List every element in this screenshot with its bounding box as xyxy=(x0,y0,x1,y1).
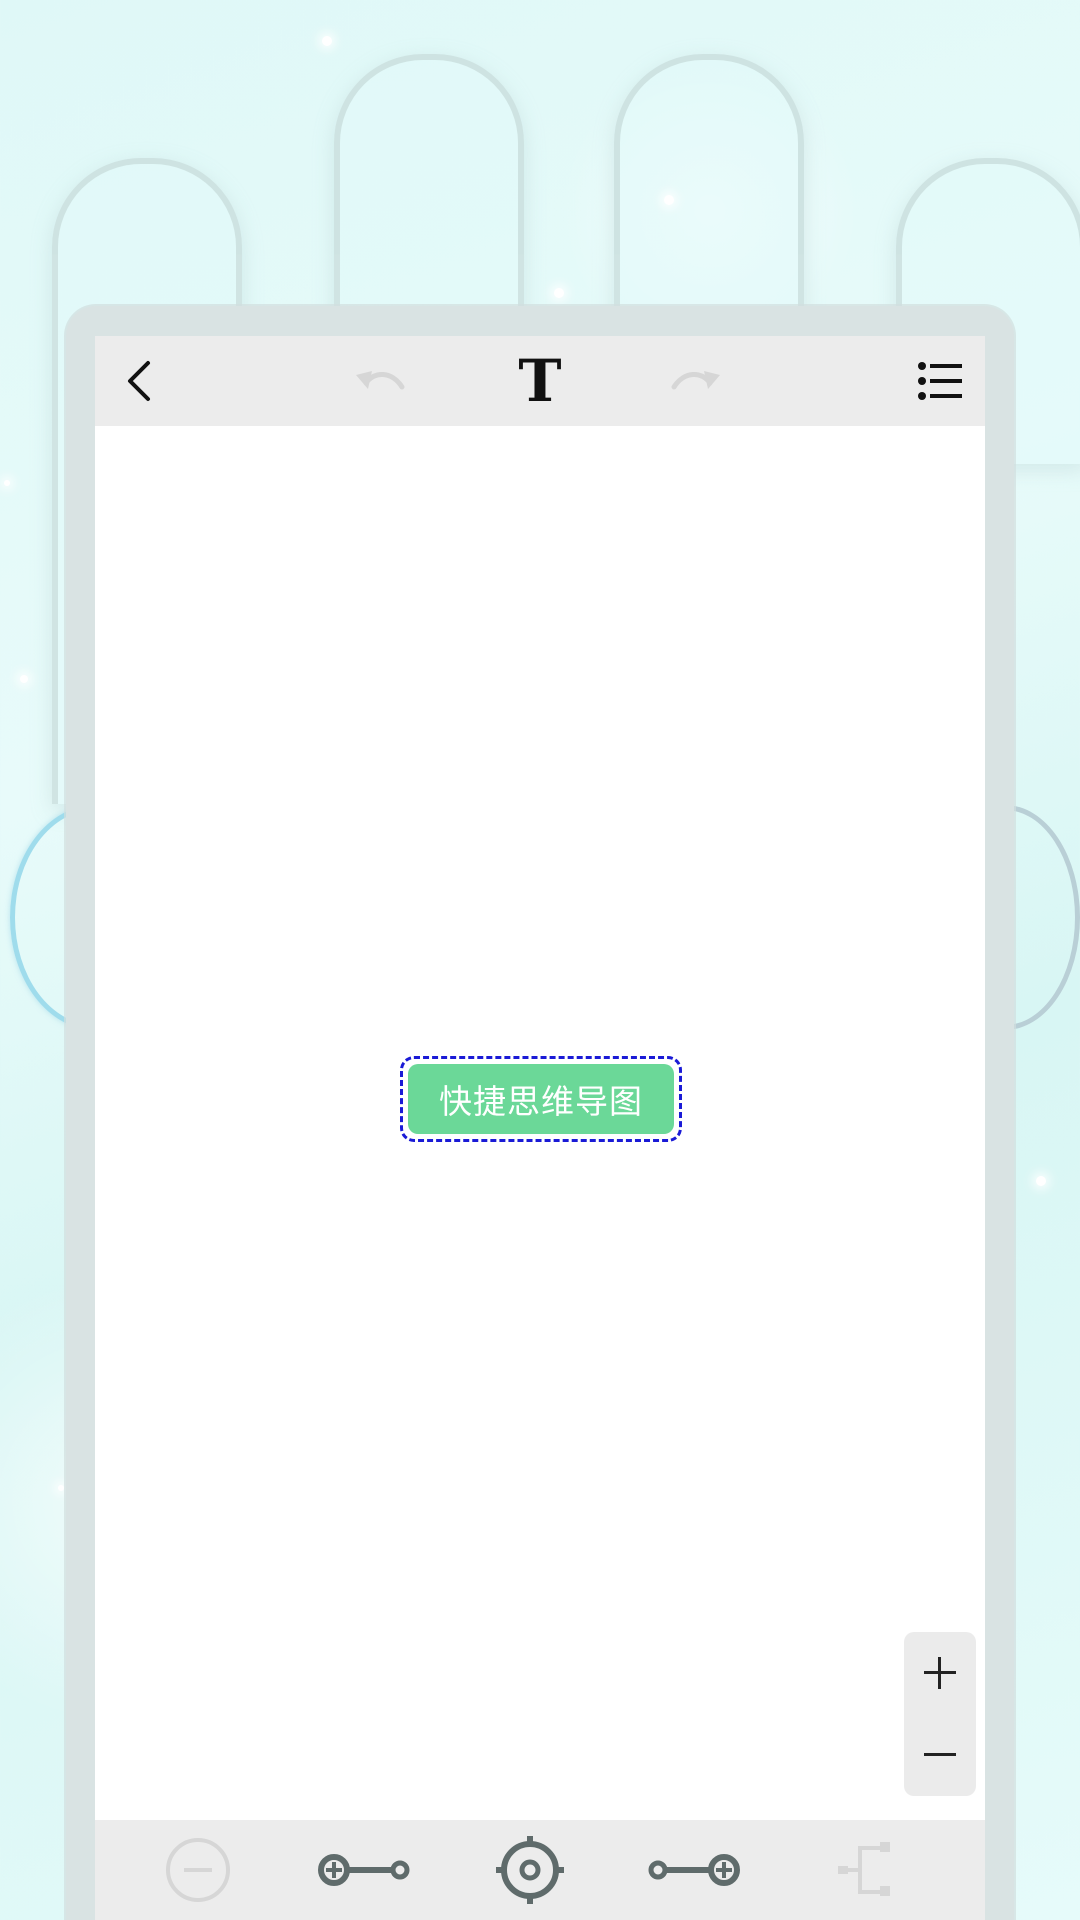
layout-structure-icon xyxy=(838,1842,890,1896)
root-node-label: 快捷思维导图 xyxy=(408,1064,674,1134)
chevron-left-icon xyxy=(128,361,150,401)
redo-button[interactable] xyxy=(651,336,741,426)
plus-icon xyxy=(924,1657,956,1689)
outline-list-button[interactable] xyxy=(895,336,985,426)
locate-center-button[interactable] xyxy=(470,1820,590,1920)
remove-node-button[interactable] xyxy=(138,1820,258,1920)
zoom-controls xyxy=(904,1632,976,1796)
zoom-out-button[interactable] xyxy=(904,1714,976,1796)
locate-center-icon xyxy=(496,1836,564,1904)
text-style-button[interactable]: T xyxy=(495,336,585,426)
text-format-icon: T xyxy=(518,347,562,415)
top-toolbar: T xyxy=(95,336,985,426)
undo-icon xyxy=(356,371,405,390)
redo-icon xyxy=(671,371,720,390)
list-icon xyxy=(918,362,962,400)
add-child-node-button[interactable] xyxy=(633,1820,753,1920)
add-sibling-node-button[interactable] xyxy=(305,1820,425,1920)
bottom-toolbar xyxy=(95,1820,985,1920)
minus-icon xyxy=(924,1753,956,1756)
mindmap-editor-screen: T 快捷思维导图 xyxy=(95,336,985,1920)
root-node-selected[interactable]: 快捷思维导图 xyxy=(400,1056,682,1142)
layout-structure-button[interactable] xyxy=(804,1820,924,1920)
undo-button[interactable] xyxy=(335,336,425,426)
remove-node-icon xyxy=(166,1838,230,1902)
add-sibling-node-icon xyxy=(318,1854,410,1886)
add-child-node-icon xyxy=(648,1854,740,1886)
zoom-in-button[interactable] xyxy=(904,1632,976,1714)
back-button[interactable] xyxy=(95,336,185,426)
